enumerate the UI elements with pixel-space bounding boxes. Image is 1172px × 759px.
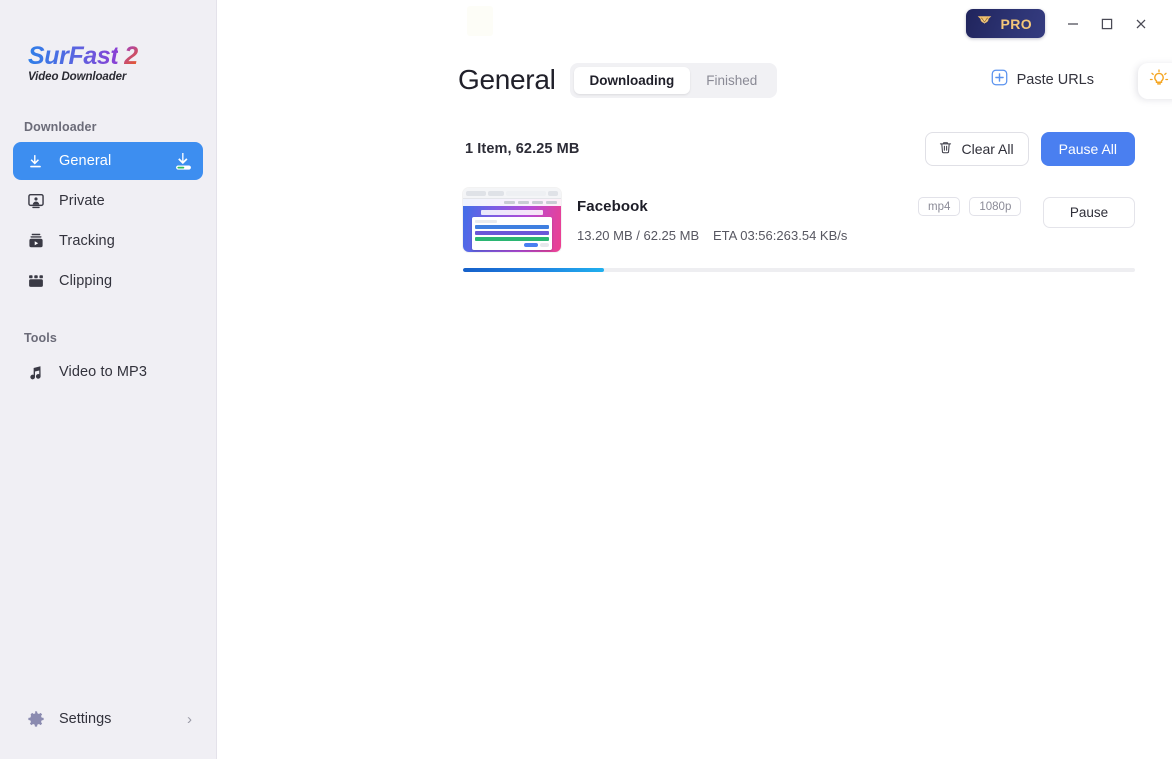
paste-urls-button[interactable]: Paste URLs [991, 69, 1094, 91]
sidebar: SurFast 2 Video Downloader Downloader Ge… [0, 0, 217, 759]
sidebar-item-private[interactable]: Private [13, 182, 203, 220]
toolbar-actions: Clear All Pause All [925, 132, 1135, 166]
pro-upgrade-button[interactable]: PRO [966, 9, 1045, 38]
clipping-film-icon [26, 272, 45, 291]
gear-icon [26, 710, 45, 729]
download-item-meta: 13.20 MB / 62.25 MB ETA 03:56:26 3.54 KB… [577, 228, 1135, 243]
close-button[interactable] [1124, 9, 1158, 39]
sidebar-section-downloader: Downloader [24, 120, 97, 134]
plus-square-icon [991, 69, 1008, 91]
minimize-button[interactable] [1056, 9, 1090, 39]
tracking-video-icon [26, 232, 45, 251]
download-item-row: Facebook 13.20 MB / 62.25 MB ETA 03:56:2… [463, 188, 1135, 252]
logo-version-numeral: 2 [124, 42, 139, 70]
sidebar-item-video-to-mp3[interactable]: Video to MP3 [13, 353, 203, 391]
download-list: Facebook 13.20 MB / 62.25 MB ETA 03:56:2… [217, 188, 1172, 272]
sidebar-item-label: General [59, 153, 112, 169]
main-content: PRO General Downloading Finished Paste U… [217, 0, 1172, 759]
lightbulb-tip-button[interactable] [1138, 63, 1172, 99]
download-speed: 3.54 KB/s [791, 227, 848, 243]
pause-all-button[interactable]: Pause All [1040, 132, 1135, 166]
window-titlebar: PRO [217, 0, 1172, 48]
logo-tagline: Video Downloader [28, 71, 127, 83]
logo-wordmark: SurFast [28, 42, 119, 70]
download-progress-track [463, 268, 1135, 272]
clear-all-label: Clear All [961, 141, 1014, 157]
app-window: SurFast 2 Video Downloader Downloader Ge… [0, 0, 1172, 759]
download-eta: ETA 03:56:26 [713, 227, 791, 243]
clear-all-button[interactable]: Clear All [925, 132, 1029, 166]
maximize-button[interactable] [1090, 9, 1124, 39]
tab-downloading[interactable]: Downloading [573, 66, 691, 94]
sidebar-item-label: Video to MP3 [59, 364, 147, 380]
download-progress-icon [173, 150, 193, 172]
sidebar-item-general[interactable]: General [13, 142, 203, 180]
download-size-progress: 13.20 MB / 62.25 MB [577, 227, 700, 243]
page-header: General Downloading Finished Paste URLs [217, 58, 1172, 102]
video-thumbnail[interactable] [463, 188, 561, 252]
sidebar-item-label: Settings [59, 711, 112, 727]
page-title: General [458, 64, 556, 95]
item-count-summary: 1 Item, 62.25 MB [465, 141, 580, 157]
sidebar-item-clipping[interactable]: Clipping [13, 262, 203, 300]
sidebar-item-tracking[interactable]: Tracking [13, 222, 203, 260]
lightbulb-icon [1149, 68, 1169, 94]
thumbnail-page-body [463, 199, 561, 252]
private-person-icon [26, 192, 45, 211]
sidebar-item-settings[interactable]: Settings › [13, 701, 203, 737]
crown-gem-icon [976, 14, 993, 33]
list-toolbar: 1 Item, 62.25 MB Clear All Pause All [217, 132, 1172, 166]
download-arrow-icon [26, 152, 45, 171]
item-pause-button[interactable]: Pause [1043, 197, 1135, 228]
pro-label: PRO [1000, 15, 1032, 32]
chevron-right-icon: › [187, 710, 192, 728]
paste-urls-label: Paste URLs [1016, 72, 1094, 88]
tab-finished[interactable]: Finished [690, 67, 773, 94]
music-note-icon [26, 363, 45, 382]
sidebar-item-label: Private [59, 193, 105, 209]
app-logo: SurFast 2 Video Downloader [0, 0, 216, 84]
trash-icon [938, 140, 953, 158]
tab-bar: Downloading Finished [569, 62, 778, 98]
download-progress-fill [463, 268, 605, 272]
quality-badge: 1080p [969, 197, 1022, 216]
thumbnail-browser-chrome [463, 188, 561, 199]
sidebar-item-label: Clipping [59, 273, 113, 289]
window-controls [1056, 9, 1158, 39]
sidebar-item-label: Tracking [59, 233, 115, 249]
sidebar-section-tools: Tools [24, 331, 57, 345]
format-badge: mp4 [918, 197, 961, 216]
download-badges: mp4 1080p [918, 197, 1022, 216]
